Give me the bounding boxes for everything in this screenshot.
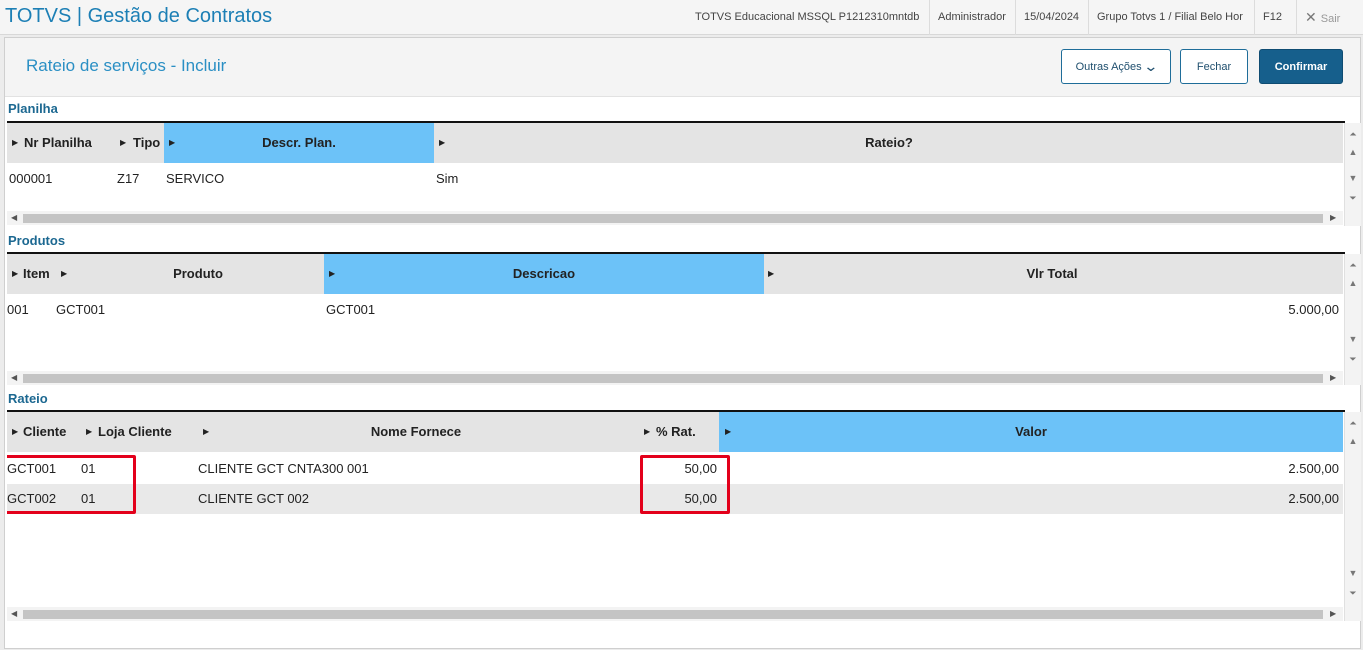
scroll-up-icon[interactable]: ▲ [1345, 276, 1361, 290]
col-valor[interactable]: Valor [719, 412, 1343, 452]
other-actions-label: Outras Ações [1075, 60, 1142, 73]
sort-arrow-icon: ▶ [725, 427, 732, 436]
table-row[interactable]: 001 GCT001 GCT001 5.000,00 [7, 295, 1343, 325]
scroll-right-icon[interactable]: ▶ [1330, 211, 1336, 225]
branch-label[interactable]: Grupo Totvs 1 / Filial Belo Hor [1088, 0, 1251, 35]
sort-arrow-icon: ▶ [439, 138, 446, 147]
scroll-thumb[interactable] [23, 214, 1323, 223]
highlight-box-pct-rat [640, 455, 730, 514]
produtos-section-title: Produtos [8, 233, 66, 248]
scroll-bottom-icon[interactable]: ⏷ [1345, 586, 1361, 600]
vertical-scrollbar[interactable]: ⏶ ▲ ▼ ⏷ [1344, 123, 1361, 226]
cell-descr-plan: SERVICO [166, 171, 225, 186]
close-icon: ✕ [1305, 9, 1317, 25]
sort-arrow-icon: ▶ [329, 269, 336, 278]
highlight-box-cliente-loja [7, 455, 136, 514]
scroll-left-icon[interactable]: ◀ [11, 371, 17, 385]
sort-arrow-icon: ▶ [12, 427, 19, 436]
planilha-section-title: Planilha [8, 101, 58, 116]
scroll-top-icon[interactable]: ⏶ [1345, 258, 1361, 272]
sort-arrow-icon: ▶ [768, 269, 775, 278]
col-nr-planilha[interactable]: Nr Planilha [24, 123, 119, 163]
cell-nr-planilha: 000001 [9, 171, 53, 186]
sort-arrow-icon: ▶ [86, 427, 93, 436]
col-descr-plan[interactable]: Descr. Plan. [164, 123, 434, 163]
scroll-up-icon[interactable]: ▲ [1345, 145, 1361, 159]
col-nome-fornece[interactable]: Nome Fornece [213, 412, 619, 452]
scroll-thumb[interactable] [23, 610, 1323, 619]
scroll-top-icon[interactable]: ⏶ [1345, 127, 1361, 141]
col-tipo[interactable]: Tipo [133, 123, 167, 163]
page-title: Rateio de serviços - Incluir [26, 56, 227, 75]
scroll-left-icon[interactable]: ◀ [11, 607, 17, 621]
vertical-scrollbar[interactable]: ⏶ ▲ ▼ ⏷ [1344, 254, 1361, 385]
planilha-grid: ▶ Nr Planilha ▶ Tipo Descr. Plan. ▶ ▶ Ra… [7, 123, 1362, 228]
sort-arrow-icon: ▶ [120, 138, 127, 147]
horizontal-scrollbar[interactable]: ◀ ▶ [7, 371, 1343, 385]
col-vlr-total[interactable]: Vlr Total [777, 254, 1327, 294]
cell-produto: GCT001 [56, 302, 106, 317]
help-key[interactable]: F12 [1254, 0, 1290, 35]
col-item[interactable]: Item [23, 254, 63, 294]
horizontal-scrollbar[interactable]: ◀ ▶ [7, 211, 1343, 225]
cell-tipo: Z17 [117, 171, 140, 186]
sort-arrow-icon: ▶ [12, 269, 19, 278]
user-label[interactable]: Administrador [929, 0, 1014, 35]
other-actions-button[interactable]: Outras Ações ⌄ [1061, 49, 1171, 84]
sort-arrow-icon: ▶ [61, 269, 68, 278]
date-label: 15/04/2024 [1015, 0, 1087, 35]
scroll-top-icon[interactable]: ⏶ [1345, 416, 1361, 430]
scroll-up-icon[interactable]: ▲ [1345, 434, 1361, 448]
cell-valor: 2.500,00 [1288, 491, 1339, 506]
dialog-window: Rateio de serviços - Incluir Outras Açõe… [4, 37, 1361, 649]
scroll-left-icon[interactable]: ◀ [11, 211, 17, 225]
close-button[interactable]: Fechar [1180, 49, 1248, 84]
top-bar: TOTVS | Gestão de Contratos TOTVS Educac… [0, 0, 1363, 35]
col-descricao[interactable]: Descricao [324, 254, 764, 294]
scroll-right-icon[interactable]: ▶ [1330, 607, 1336, 621]
col-rateio[interactable]: Rateio? [447, 123, 1331, 163]
col-produto[interactable]: Produto [73, 254, 323, 294]
scroll-down-icon[interactable]: ▼ [1345, 332, 1361, 346]
sort-arrow-icon: ▶ [169, 138, 176, 147]
col-loja-cliente[interactable]: Loja Cliente [98, 412, 198, 452]
grid-header: ▶ Item ▶ Produto Descricao ▶ ▶ Vlr Total [7, 254, 1343, 294]
scroll-right-icon[interactable]: ▶ [1330, 371, 1336, 385]
cell-valor: 2.500,00 [1288, 461, 1339, 476]
vertical-scrollbar[interactable]: ⏶ ▲ ▼ ⏷ [1344, 412, 1361, 621]
cell-nome-fornece: CLIENTE GCT CNTA300 001 [198, 461, 369, 476]
cell-vlr-total: 5.000,00 [1288, 302, 1339, 317]
scroll-down-icon[interactable]: ▼ [1345, 171, 1361, 185]
app-title: TOTVS | Gestão de Contratos [5, 5, 273, 27]
cell-item: 001 [7, 302, 29, 317]
scroll-down-icon[interactable]: ▼ [1345, 566, 1361, 580]
rateio-section-title: Rateio [8, 391, 48, 406]
environment-label: TOTVS Educacional MSSQL P1212310mntdb [695, 11, 920, 23]
table-row[interactable]: 000001 Z17 SERVICO Sim [7, 164, 1343, 194]
rateio-grid: ▶ Cliente ▶ Loja Cliente ▶ Nome Fornece … [7, 412, 1362, 623]
produtos-grid: ▶ Item ▶ Produto Descricao ▶ ▶ Vlr Total… [7, 254, 1362, 387]
confirm-button[interactable]: Confirmar [1259, 49, 1343, 84]
exit-button[interactable]: ✕ Sair [1296, 0, 1348, 35]
scroll-bottom-icon[interactable]: ⏷ [1345, 191, 1361, 205]
grid-header: ▶ Cliente ▶ Loja Cliente ▶ Nome Fornece … [7, 412, 1343, 452]
cell-descricao: GCT001 [326, 302, 376, 317]
sort-arrow-icon: ▶ [12, 138, 19, 147]
horizontal-scrollbar[interactable]: ◀ ▶ [7, 607, 1343, 621]
scroll-bottom-icon[interactable]: ⏷ [1345, 352, 1361, 366]
exit-label: Sair [1320, 13, 1341, 25]
sort-arrow-icon: ▶ [203, 427, 210, 436]
dialog-header: Rateio de serviços - Incluir Outras Açõe… [5, 38, 1360, 97]
cell-nome-fornece: CLIENTE GCT 002 [198, 491, 310, 506]
chevron-down-icon: ⌄ [1142, 58, 1159, 74]
col-cliente[interactable]: Cliente [23, 412, 83, 452]
scroll-thumb[interactable] [23, 374, 1323, 383]
cell-rateio: Sim [436, 171, 459, 186]
grid-header: ▶ Nr Planilha ▶ Tipo Descr. Plan. ▶ ▶ Ra… [7, 123, 1343, 163]
sort-arrow-icon: ▶ [644, 427, 651, 436]
col-pct-rat[interactable]: % Rat. [656, 412, 716, 452]
